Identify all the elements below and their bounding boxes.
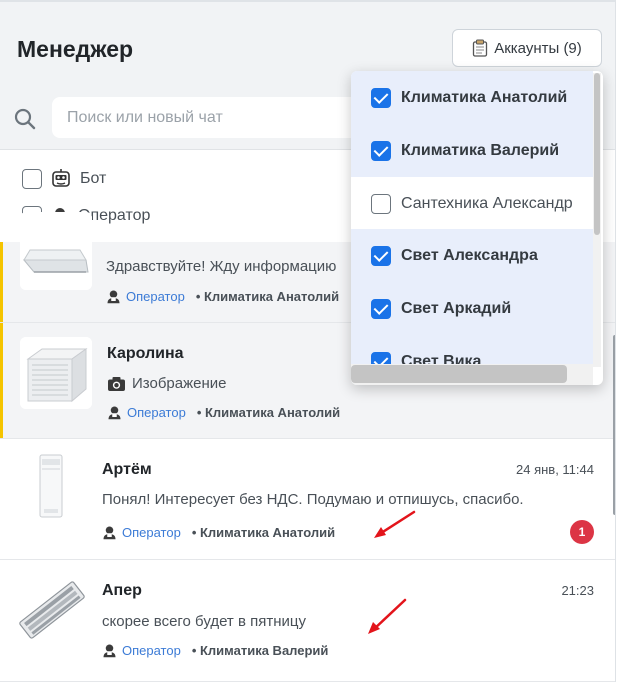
chat-role[interactable]: Оператор (122, 643, 181, 658)
account-option-checkbox[interactable] (371, 298, 391, 319)
dropdown-horizontal-scroll-thumb[interactable] (351, 365, 567, 383)
chat-name: Апер (102, 582, 142, 599)
dropdown-vertical-scroll-thumb[interactable] (594, 73, 600, 235)
search-input[interactable] (52, 97, 372, 138)
dropdown-horizontal-scrollbar[interactable] (351, 364, 593, 385)
account-option[interactable]: Свет Аркадий (351, 282, 593, 335)
annotation-arrow-icon (368, 598, 407, 634)
account-option-checkbox[interactable] (371, 140, 391, 161)
chat-meta: Оператор • Климатика Валерий (102, 643, 328, 658)
chat-account: • Климатика Анатолий (191, 525, 336, 540)
chat-role[interactable]: Оператор (122, 525, 181, 540)
air-conditioner-image (14, 451, 88, 523)
annotation-arrow-icon (374, 510, 416, 538)
chat-item[interactable]: Апер 21:23 скорее всего будет в пятницу … (0, 560, 615, 682)
tray-image (20, 212, 92, 290)
lamp-image (14, 574, 90, 646)
operator-icon (103, 526, 116, 540)
chat-last-message: скорее всего будет в пятницу (102, 613, 306, 630)
account-option-checkbox[interactable] (371, 245, 391, 266)
filter-bot-checkbox[interactable] (22, 169, 42, 189)
account-option-checkbox[interactable] (371, 193, 391, 214)
humidifier-image (20, 337, 92, 409)
account-option[interactable]: Сантехника Александр (351, 177, 593, 230)
bot-icon (52, 169, 70, 187)
active-chat-indicator (0, 242, 3, 322)
accounts-button-label: Аккаунты (9) (494, 39, 582, 57)
chat-last-message: Изображение (132, 375, 227, 392)
account-option-label: Климатика Валерий (401, 141, 560, 159)
chat-role[interactable]: Оператор (126, 289, 185, 304)
operator-icon (103, 644, 116, 658)
chat-meta: Оператор • Климатика Анатолий (102, 525, 335, 540)
clipboard-icon (473, 39, 488, 57)
chat-last-message-row: Изображение (107, 375, 227, 392)
chat-name: Каролина (107, 345, 184, 362)
manager-panel: Менеджер Аккаунты (9) Поиск или новый ча… (0, 0, 616, 682)
account-option-label: Свет Аркадий (401, 299, 512, 317)
chat-list-scrollbar[interactable] (613, 335, 615, 515)
account-option[interactable]: Климатика Анатолий (351, 71, 593, 124)
account-option[interactable]: Свет Александра (351, 229, 593, 282)
chat-meta: Оператор • Климатика Анатолий (106, 289, 339, 304)
chat-account: • Климатика Валерий (191, 643, 329, 658)
search-icon[interactable] (13, 107, 37, 131)
unread-badge: 1 (570, 520, 594, 544)
chat-account: • Климатика Анатолий (195, 289, 340, 304)
accounts-button[interactable]: Аккаунты (9) (452, 29, 602, 67)
chat-name: Артём (102, 461, 152, 478)
filter-bot[interactable]: Бот (22, 168, 106, 190)
chat-role[interactable]: Оператор (127, 405, 186, 420)
chat-last-message: Здравствуйте! Жду информацию (106, 258, 337, 275)
account-option-checkbox[interactable] (371, 87, 391, 108)
account-option[interactable]: Климатика Валерий (351, 124, 593, 177)
dropdown-vertical-scrollbar[interactable] (593, 73, 601, 367)
page-title: Менеджер (17, 36, 134, 62)
chat-last-message: Понял! Интересует без НДС. Подумаю и отп… (102, 491, 524, 508)
accounts-dropdown: Климатика Анатолий Климатика Валерий Сан… (351, 71, 603, 385)
camera-icon (108, 376, 125, 391)
filter-bot-label: Бот (80, 170, 107, 187)
chat-account: • Климатика Анатолий (196, 405, 341, 420)
chat-time: 21:23 (561, 583, 594, 598)
chat-time: 24 янв, 11:44 (516, 462, 594, 477)
active-chat-indicator (0, 323, 3, 438)
chat-meta: Оператор • Климатика Анатолий (107, 405, 340, 420)
operator-icon (107, 290, 120, 304)
account-option-label: Климатика Анатолий (401, 88, 568, 106)
account-option-label: Свет Александра (401, 246, 538, 264)
chat-item[interactable]: Артём 24 янв, 11:44 Понял! Интересует бе… (0, 439, 615, 560)
operator-icon (108, 406, 121, 420)
account-option-label: Сантехника Александр (401, 194, 573, 212)
